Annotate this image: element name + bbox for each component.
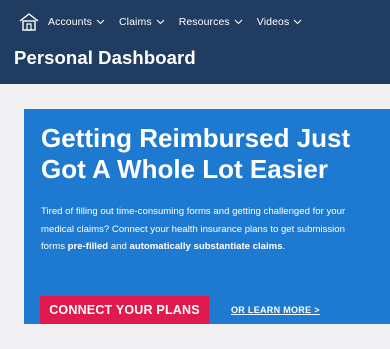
chevron-down-icon [234,19,243,25]
nav-item-accounts[interactable]: Accounts [48,16,105,28]
nav-item-label: Claims [119,16,152,28]
hero-description: Tired of filling out time-consuming form… [41,203,371,256]
nav-item-label: Videos [256,16,290,28]
hero-description-text: and [108,241,130,252]
hero-title: Getting Reimbursed Just Got A Whole Lot … [41,123,351,184]
learn-more-link[interactable]: OR LEARN MORE > [231,305,320,315]
chevron-down-icon [293,19,302,25]
main-nav: Accounts Claims Resources Videos [18,6,316,38]
chevron-down-icon [156,19,165,25]
home-icon[interactable] [18,11,40,33]
chevron-down-icon [96,19,105,25]
nav-item-videos[interactable]: Videos [257,16,303,28]
nav-item-claims[interactable]: Claims [119,16,165,28]
hero-card: Getting Reimbursed Just Got A Whole Lot … [24,109,390,324]
hero-description-bold: pre-filled [67,241,109,252]
page-title: Personal Dashboard [14,47,196,68]
hero-description-text: . [282,241,286,252]
nav-item-resources[interactable]: Resources [179,16,243,28]
connect-plans-button[interactable]: CONNECT YOUR PLANS [40,296,209,324]
nav-item-label: Accounts [48,16,92,28]
nav-item-label: Resources [178,16,230,28]
top-navigation-bar: Accounts Claims Resources Videos Persona… [0,0,390,84]
hero-description-bold: automatically substantiate claims [129,241,283,252]
